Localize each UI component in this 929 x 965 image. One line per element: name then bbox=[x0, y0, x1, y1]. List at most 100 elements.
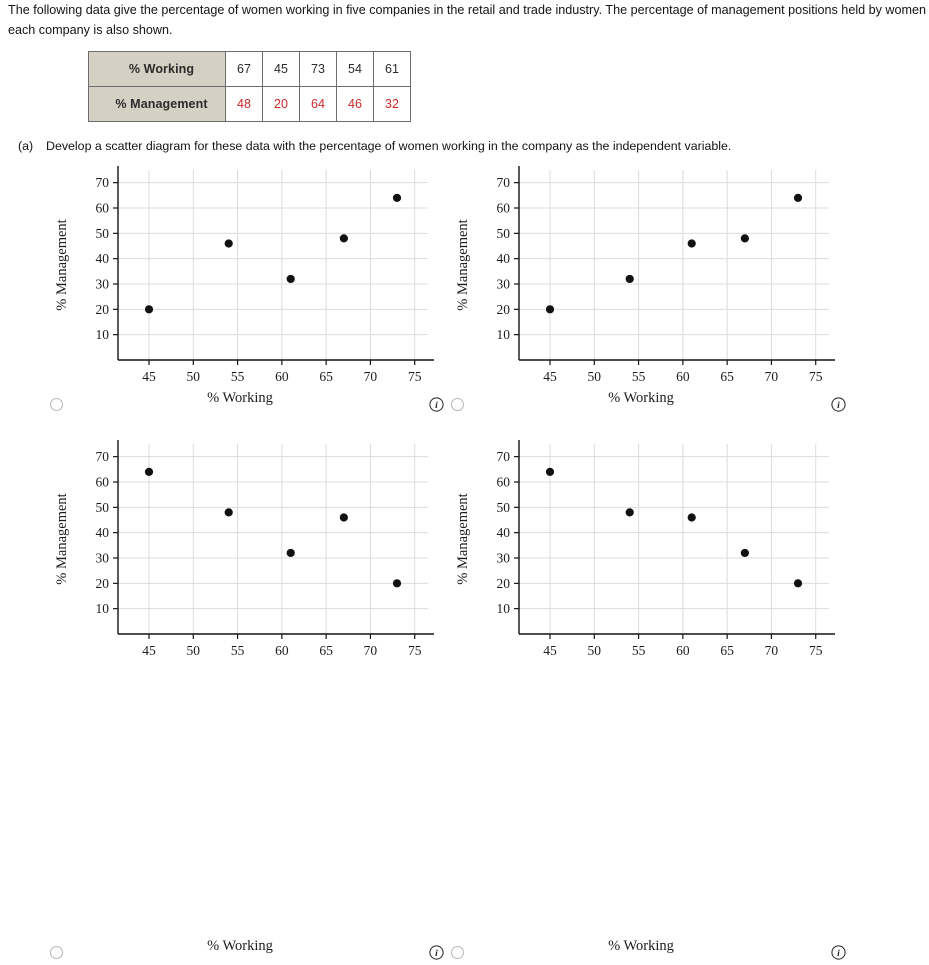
cell-management-5: 32 bbox=[373, 86, 411, 122]
svg-text:40: 40 bbox=[96, 525, 110, 540]
svg-text:60: 60 bbox=[275, 643, 289, 658]
svg-text:20: 20 bbox=[96, 576, 110, 591]
svg-text:i: i bbox=[435, 949, 438, 959]
svg-text:10: 10 bbox=[497, 327, 511, 342]
svg-text:50: 50 bbox=[187, 369, 201, 384]
svg-text:50: 50 bbox=[588, 369, 602, 384]
scatter-chart-c: 45 50 55 60 65 70 75 10 20 30 40 50 60 70 % Management bbox=[40, 434, 440, 679]
x-axis-title: % Working bbox=[608, 938, 674, 954]
svg-text:55: 55 bbox=[632, 369, 646, 384]
svg-text:60: 60 bbox=[676, 643, 690, 658]
svg-text:i: i bbox=[837, 949, 840, 959]
svg-text:75: 75 bbox=[408, 643, 422, 658]
svg-text:30: 30 bbox=[96, 551, 110, 566]
table-row: % Management 48 20 64 46 32 bbox=[88, 86, 411, 122]
svg-text:% Management: % Management bbox=[54, 493, 70, 584]
cell-working-1: 67 bbox=[225, 51, 263, 87]
svg-text:55: 55 bbox=[632, 643, 646, 658]
svg-text:50: 50 bbox=[96, 500, 110, 515]
svg-text:50: 50 bbox=[497, 226, 511, 241]
svg-text:60: 60 bbox=[275, 369, 289, 384]
cell-management-4: 46 bbox=[336, 86, 374, 122]
svg-text:20: 20 bbox=[497, 302, 511, 317]
scatter-option-c[interactable]: 45 50 55 60 65 70 75 10 20 30 40 50 60 70 % Management… bbox=[40, 434, 444, 960]
scatter-option-c-radio[interactable] bbox=[50, 946, 63, 959]
svg-text:75: 75 bbox=[809, 643, 823, 658]
svg-text:70: 70 bbox=[96, 449, 110, 464]
scatter-option-a-radio[interactable] bbox=[50, 398, 63, 411]
svg-text:60: 60 bbox=[497, 475, 511, 490]
svg-text:70: 70 bbox=[364, 643, 378, 658]
info-icon[interactable]: i bbox=[831, 397, 846, 412]
svg-text:60: 60 bbox=[497, 201, 511, 216]
svg-text:65: 65 bbox=[720, 643, 734, 658]
scatter-option-b-radio[interactable] bbox=[451, 398, 464, 411]
cell-working-2: 45 bbox=[262, 51, 300, 87]
cell-management-1: 48 bbox=[225, 86, 263, 122]
intro-paragraph: The following data give the percentage o… bbox=[8, 3, 929, 37]
svg-text:10: 10 bbox=[96, 327, 110, 342]
svg-text:50: 50 bbox=[187, 643, 201, 658]
scatter-option-d-radio[interactable] bbox=[451, 946, 464, 959]
svg-text:60: 60 bbox=[676, 369, 690, 384]
svg-text:% Management: % Management bbox=[455, 493, 471, 584]
svg-text:60: 60 bbox=[96, 201, 110, 216]
svg-text:45: 45 bbox=[543, 369, 557, 384]
svg-text:50: 50 bbox=[96, 226, 110, 241]
scatter-option-b[interactable]: 45 50 55 60 65 70 75 10 20 30 40 50 60 70 % Management… bbox=[441, 160, 846, 440]
data-table: % Working 67 45 73 54 61 % Management 48… bbox=[88, 51, 411, 122]
svg-text:60: 60 bbox=[96, 475, 110, 490]
svg-text:70: 70 bbox=[364, 369, 378, 384]
svg-text:70: 70 bbox=[765, 369, 779, 384]
info-icon[interactable]: i bbox=[831, 945, 846, 960]
svg-text:55: 55 bbox=[231, 369, 245, 384]
svg-text:i: i bbox=[837, 401, 840, 411]
cell-management-3: 64 bbox=[299, 86, 337, 122]
svg-text:20: 20 bbox=[497, 576, 511, 591]
svg-text:30: 30 bbox=[497, 551, 511, 566]
svg-text:i: i bbox=[435, 401, 438, 411]
svg-text:65: 65 bbox=[319, 643, 333, 658]
svg-text:55: 55 bbox=[231, 643, 245, 658]
svg-text:20: 20 bbox=[96, 302, 110, 317]
svg-text:50: 50 bbox=[588, 643, 602, 658]
row-header-management: % Management bbox=[88, 86, 226, 122]
svg-text:45: 45 bbox=[142, 369, 156, 384]
svg-text:% Management: % Management bbox=[54, 219, 70, 310]
scatter-option-d[interactable]: 45 50 55 60 65 70 75 10 20 30 40 50 60 70 % Management… bbox=[441, 434, 846, 960]
table-row: % Working 67 45 73 54 61 bbox=[88, 51, 411, 87]
svg-text:70: 70 bbox=[765, 643, 779, 658]
svg-text:70: 70 bbox=[497, 449, 511, 464]
cell-working-5: 61 bbox=[373, 51, 411, 87]
svg-text:45: 45 bbox=[543, 643, 557, 658]
cell-management-2: 20 bbox=[262, 86, 300, 122]
svg-text:10: 10 bbox=[497, 601, 511, 616]
cell-working-3: 73 bbox=[299, 51, 337, 87]
svg-text:% Management: % Management bbox=[455, 219, 471, 310]
part-a-text: Develop a scatter diagram for these data… bbox=[46, 139, 732, 153]
svg-text:40: 40 bbox=[497, 525, 511, 540]
scatter-chart-a: 45 50 55 60 65 70 75 10 20 30 40 50 60 70 % Management bbox=[40, 160, 440, 405]
x-axis-title: % Working bbox=[207, 390, 273, 406]
x-axis-title: % Working bbox=[207, 938, 273, 954]
scatter-option-a[interactable]: 45 50 55 60 65 70 75 10 20 30 40 50 60 70 % Management… bbox=[40, 160, 444, 440]
scatter-chart-d: 45 50 55 60 65 70 75 10 20 30 40 50 60 70 % Management bbox=[441, 434, 841, 679]
question-part-a: (a) Develop a scatter diagram for these d… bbox=[18, 139, 731, 153]
x-axis-title: % Working bbox=[608, 390, 674, 406]
svg-text:75: 75 bbox=[408, 369, 422, 384]
svg-text:65: 65 bbox=[319, 369, 333, 384]
svg-text:30: 30 bbox=[497, 277, 511, 292]
part-a-label: (a) bbox=[18, 139, 34, 153]
cell-working-4: 54 bbox=[336, 51, 374, 87]
svg-text:40: 40 bbox=[96, 251, 110, 266]
svg-text:50: 50 bbox=[497, 500, 511, 515]
svg-text:10: 10 bbox=[96, 601, 110, 616]
scatter-chart-b: 45 50 55 60 65 70 75 10 20 30 40 50 60 70 % Management bbox=[441, 160, 841, 405]
svg-text:70: 70 bbox=[96, 175, 110, 190]
svg-text:65: 65 bbox=[720, 369, 734, 384]
svg-text:45: 45 bbox=[142, 643, 156, 658]
svg-text:70: 70 bbox=[497, 175, 511, 190]
row-header-working: % Working bbox=[88, 51, 226, 87]
svg-text:75: 75 bbox=[809, 369, 823, 384]
svg-text:30: 30 bbox=[96, 277, 110, 292]
